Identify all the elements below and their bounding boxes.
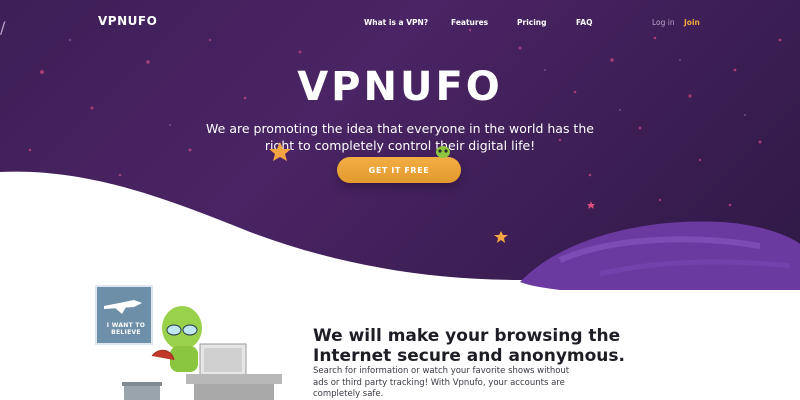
trash-can bbox=[122, 382, 162, 400]
alien-character bbox=[151, 306, 202, 372]
planet-icon bbox=[520, 221, 800, 290]
feature-title: We will make your browsing the Internet … bbox=[313, 326, 625, 366]
poster-text: I WANT TO BELIEVE bbox=[106, 322, 146, 336]
alien-illustration bbox=[95, 285, 282, 400]
star-icon bbox=[494, 231, 508, 243]
feature-description: Search for information or watch your fav… bbox=[313, 366, 570, 399]
alien-icon bbox=[436, 146, 450, 158]
star-icon bbox=[587, 201, 595, 209]
star-icon bbox=[269, 142, 291, 161]
computer-icon bbox=[186, 343, 282, 400]
